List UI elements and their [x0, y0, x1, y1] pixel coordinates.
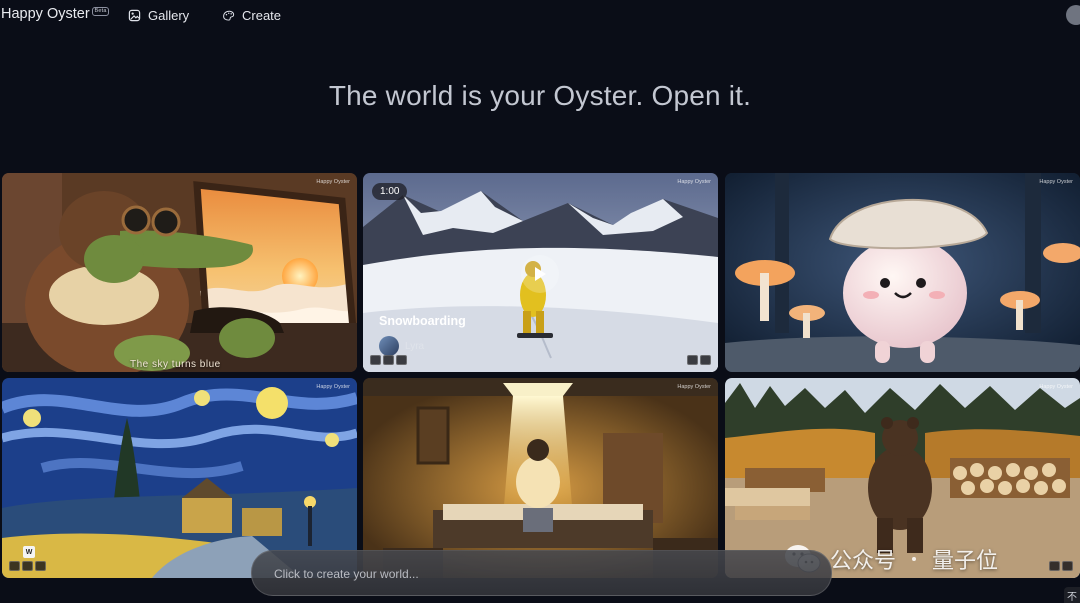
user-avatar[interactable]: [1066, 5, 1080, 25]
control-icon[interactable]: [9, 561, 20, 571]
control-icon[interactable]: [370, 355, 381, 365]
gallery-card-starry-village[interactable]: Happy Oyster W: [2, 378, 357, 578]
control-icon[interactable]: [1049, 561, 1060, 571]
card-watermark: Happy Oyster: [677, 179, 711, 185]
nav-create[interactable]: Create: [222, 8, 281, 23]
oyster-character-thumbnail: [725, 173, 1080, 372]
card-watermark: Happy Oyster: [316, 179, 350, 185]
play-button[interactable]: [521, 255, 559, 293]
create-prompt-input[interactable]: [272, 563, 796, 585]
beta-badge: Beta: [92, 7, 110, 16]
top-nav: Happy Oyster Beta Gallery Create: [0, 0, 1080, 32]
control-icon[interactable]: [1062, 561, 1073, 571]
control-icon[interactable]: [383, 355, 394, 365]
gallery-card-snowboarding[interactable]: Happy Oyster 1:00 Snowboarding Lyra: [363, 173, 718, 372]
control-icon[interactable]: [35, 561, 46, 571]
starry-village-thumbnail: [2, 378, 357, 578]
control-icon[interactable]: [687, 355, 698, 365]
nav-gallery-label: Gallery: [148, 8, 190, 23]
wechat-watermark-right: 量子位: [932, 549, 999, 574]
brand-name: Happy Oyster: [1, 6, 90, 22]
crocodile-pilot-thumbnail: [2, 173, 357, 372]
card-watermark: Happy Oyster: [1039, 179, 1073, 185]
card-watermark: Happy Oyster: [316, 384, 350, 390]
card-author[interactable]: Lyra: [379, 336, 424, 356]
corner-badge: 不: [1064, 587, 1080, 603]
card-controls-right: [687, 355, 711, 365]
card-watermark: Happy Oyster: [677, 384, 711, 390]
separator-dot: [912, 557, 917, 561]
card-controls-right: [1049, 561, 1073, 571]
card-watermark: Happy Oyster: [1039, 384, 1073, 390]
card-title: Snowboarding: [379, 314, 466, 328]
brand-logo[interactable]: Happy Oyster Beta: [1, 6, 110, 22]
author-avatar: [379, 336, 399, 356]
author-name: Lyra: [405, 340, 425, 352]
gallery-card-lit-bedroom[interactable]: Happy Oyster: [363, 378, 718, 578]
gallery-icon: [128, 9, 141, 22]
create-prompt-bar[interactable]: [251, 550, 832, 596]
nav-create-label: Create: [242, 8, 282, 23]
wechat-watermark-left: 公众号: [830, 549, 897, 574]
hero-title: The world is your Oyster. Open it.: [328, 80, 752, 111]
card-caption: The sky turns blue: [130, 359, 221, 370]
video-duration-badge: 1:00: [372, 183, 408, 200]
play-icon: [535, 267, 546, 281]
gallery-card-oyster-character[interactable]: Happy Oyster: [725, 173, 1080, 372]
nav-gallery[interactable]: Gallery: [128, 8, 189, 23]
card-badge: W: [23, 546, 35, 558]
card-controls-left: [370, 355, 407, 365]
card-controls-left: [9, 561, 46, 571]
gallery-card-crocodile-pilot[interactable]: Happy Oyster The sky turns blue: [2, 173, 357, 372]
app-page: Happy Oyster Beta Gallery Create The wor…: [0, 0, 1080, 603]
palette-icon: [223, 10, 235, 21]
control-icon[interactable]: [396, 355, 407, 365]
control-icon[interactable]: [22, 561, 33, 571]
lit-bedroom-thumbnail: [363, 378, 718, 578]
control-icon[interactable]: [700, 355, 711, 365]
